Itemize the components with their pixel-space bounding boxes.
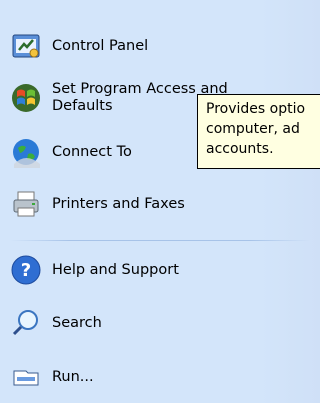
svg-text:?: ?: [21, 260, 31, 281]
help-and-support-label: Help and Support: [52, 262, 179, 278]
run-menu-item[interactable]: Run...: [8, 357, 320, 397]
search-icon: [8, 305, 44, 341]
search-menu-item[interactable]: Search: [8, 303, 320, 343]
tooltip: Provides optio computer, ad accounts.: [197, 94, 320, 169]
run-label: Run...: [52, 369, 94, 385]
menu-separator: [10, 240, 310, 241]
printer-icon: [8, 186, 44, 222]
printers-and-faxes-label: Printers and Faxes: [52, 196, 185, 212]
help-icon: ?: [8, 252, 44, 288]
tooltip-line-1: Provides optio: [206, 101, 306, 117]
printers-and-faxes-menu-item[interactable]: Printers and Faxes: [8, 184, 320, 224]
windows-program-access-icon: [8, 80, 44, 116]
connect-to-globe-icon: [8, 134, 44, 170]
run-icon: [8, 359, 44, 395]
tooltip-line-3: accounts.: [206, 141, 274, 157]
search-label: Search: [52, 315, 102, 331]
control-panel-menu-item[interactable]: Control Panel: [8, 26, 320, 66]
connect-to-label: Connect To: [52, 144, 132, 160]
start-menu-right-pane: Control Panel Set Program Access and Def…: [0, 0, 320, 403]
control-panel-icon: [8, 28, 44, 64]
tooltip-line-2: computer, ad: [206, 121, 300, 137]
control-panel-label: Control Panel: [52, 38, 149, 54]
help-and-support-menu-item[interactable]: ? Help and Support: [8, 250, 320, 290]
